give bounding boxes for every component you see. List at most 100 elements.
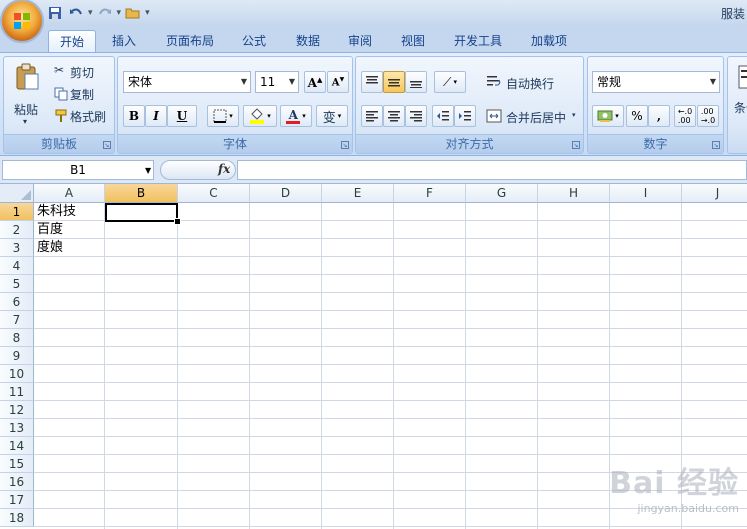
column-header-a[interactable]: A [34, 184, 105, 203]
number-launcher-icon[interactable]: ↘ [712, 141, 720, 149]
align-left-icon [366, 111, 378, 122]
row-header-16[interactable]: 16 [0, 473, 34, 491]
tab-page-layout[interactable]: 页面布局 [158, 30, 222, 52]
paste-button[interactable]: 粘贴 ▾ [12, 61, 42, 126]
row-header-13[interactable]: 13 [0, 419, 34, 437]
column-gridline [177, 203, 178, 529]
merge-center-button[interactable]: 合并后居中 ▾ [486, 105, 582, 127]
formula-input[interactable] [237, 160, 747, 180]
format-painter-icon [55, 109, 67, 122]
tab-addins[interactable]: 加载项 [522, 30, 576, 52]
cell-a3[interactable]: 度娘 [35, 239, 63, 257]
alignment-launcher-icon[interactable]: ↘ [572, 141, 580, 149]
accounting-format-button[interactable]: ▾ [592, 105, 624, 127]
save-icon[interactable] [46, 4, 64, 22]
worksheet-grid[interactable]: ABCDEFGHIJ 1 2 3 4 5 6 7 8 9 10 11 12 13 14 15 16 17 18 朱… [0, 184, 747, 529]
undo-icon[interactable] [67, 4, 85, 22]
font-size-select[interactable]: 11 ▼ [255, 71, 299, 93]
wrap-text-button[interactable]: 自动换行 [486, 71, 582, 93]
conditional-format-label[interactable]: 条件 [734, 99, 747, 116]
tab-developer[interactable]: 开发工具 [446, 30, 510, 52]
insert-function-icon[interactable]: fx [218, 162, 230, 176]
customize-qat-icon[interactable]: ▾ [145, 8, 150, 18]
row-header-11[interactable]: 11 [0, 383, 34, 401]
shrink-font-button[interactable]: A▼ [327, 71, 349, 93]
font-launcher-icon[interactable]: ↘ [341, 141, 349, 149]
cell-a2[interactable]: 百度 [35, 221, 63, 239]
row-header-9[interactable]: 9 [0, 347, 34, 365]
font-color-button[interactable]: A ▾ [280, 105, 312, 127]
open-folder-icon[interactable] [124, 4, 142, 22]
undo-dropdown-icon[interactable]: ▾ [88, 8, 93, 18]
copy-label: 复制 [70, 88, 95, 102]
row-header-17[interactable]: 17 [0, 491, 34, 509]
column-header-b[interactable]: B [105, 184, 178, 203]
comma-style-button[interactable]: , [648, 105, 670, 127]
align-center-button[interactable] [383, 105, 405, 127]
row-gridline [34, 238, 747, 239]
fill-handle[interactable] [174, 218, 181, 225]
cut-button[interactable]: ✂ 剪切 [54, 63, 112, 81]
font-name-select[interactable]: 宋体 ▼ [123, 71, 251, 93]
row-header-5[interactable]: 5 [0, 275, 34, 293]
redo-dropdown-icon[interactable]: ▾ [117, 8, 122, 18]
tab-data[interactable]: 数据 [288, 30, 328, 52]
bold-button[interactable]: B [123, 105, 145, 127]
column-header-j[interactable]: J [682, 184, 747, 203]
percent-button[interactable]: % [626, 105, 648, 127]
row-header-10[interactable]: 10 [0, 365, 34, 383]
column-header-f[interactable]: F [394, 184, 466, 203]
borders-button[interactable]: ▾ [207, 105, 239, 127]
tab-insert[interactable]: 插入 [104, 30, 144, 52]
phonetic-guide-button[interactable]: 变 ▾ [316, 105, 348, 127]
tab-view[interactable]: 视图 [393, 30, 433, 52]
column-header-c[interactable]: C [178, 184, 250, 203]
row-header-18[interactable]: 18 [0, 509, 34, 527]
quick-access-toolbar: ▾ ▾ ▾ [46, 4, 150, 22]
italic-button[interactable]: I [145, 105, 167, 127]
column-header-e[interactable]: E [322, 184, 394, 203]
align-bottom-button[interactable] [405, 71, 427, 93]
active-cell-selection[interactable] [105, 203, 178, 222]
redo-icon[interactable] [96, 4, 114, 22]
row-header-6[interactable]: 6 [0, 293, 34, 311]
fill-color-button[interactable]: ▾ [243, 105, 277, 127]
increase-decimal-button[interactable]: ←.0.00 [674, 105, 696, 127]
grow-font-button[interactable]: A▲ [304, 71, 326, 93]
cell-a1[interactable]: 朱科技 [35, 203, 76, 221]
align-right-button[interactable] [405, 105, 427, 127]
align-top-button[interactable] [361, 71, 383, 93]
select-all-corner[interactable] [0, 184, 34, 203]
column-header-h[interactable]: H [538, 184, 610, 203]
align-middle-button[interactable] [383, 71, 405, 93]
clipboard-launcher-icon[interactable]: ↘ [103, 141, 111, 149]
format-painter-button[interactable]: 格式刷 [54, 107, 114, 125]
underline-button[interactable]: U [167, 105, 197, 127]
office-button[interactable] [2, 1, 42, 41]
row-header-4[interactable]: 4 [0, 257, 34, 275]
name-box[interactable]: B1 [2, 160, 154, 180]
row-header-7[interactable]: 7 [0, 311, 34, 329]
row-header-15[interactable]: 15 [0, 455, 34, 473]
name-box-dropdown-icon[interactable]: ▼ [145, 166, 151, 175]
row-header-3[interactable]: 3 [0, 239, 34, 257]
column-header-i[interactable]: I [610, 184, 682, 203]
tab-review[interactable]: 审阅 [340, 30, 380, 52]
tab-home[interactable]: 开始 [48, 30, 96, 53]
row-header-14[interactable]: 14 [0, 437, 34, 455]
decrease-indent-button[interactable] [432, 105, 454, 127]
row-header-8[interactable]: 8 [0, 329, 34, 347]
scissors-icon: ✂ [54, 63, 65, 77]
number-format-select[interactable]: 常规 ▼ [592, 71, 720, 93]
row-header-2[interactable]: 2 [0, 221, 34, 239]
row-header-1[interactable]: 1 [0, 203, 34, 221]
decrease-decimal-button[interactable]: .00 →.0 [697, 105, 719, 127]
align-left-button[interactable] [361, 105, 383, 127]
orientation-button[interactable]: ⟋ ▾ [434, 71, 466, 93]
column-header-d[interactable]: D [250, 184, 322, 203]
tab-formulas[interactable]: 公式 [234, 30, 274, 52]
increase-indent-button[interactable] [454, 105, 476, 127]
row-header-12[interactable]: 12 [0, 401, 34, 419]
column-header-g[interactable]: G [466, 184, 538, 203]
copy-button[interactable]: 复制 [54, 85, 112, 103]
